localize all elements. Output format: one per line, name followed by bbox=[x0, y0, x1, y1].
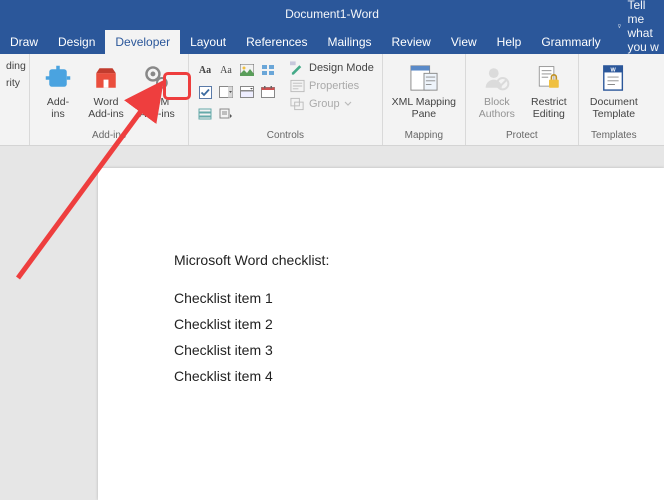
chevron-down-icon bbox=[344, 100, 352, 108]
group-mapping: XML Mapping Pane Mapping bbox=[383, 54, 466, 145]
tell-me-label: Tell me what you w bbox=[627, 0, 662, 54]
group-label-protect: Protect bbox=[472, 130, 572, 143]
group-templates: W Document Template Templates bbox=[579, 54, 649, 145]
page[interactable]: Microsoft Word checklist: Checklist item… bbox=[98, 168, 664, 500]
tab-developer[interactable]: Developer bbox=[105, 30, 180, 54]
properties-icon bbox=[290, 79, 305, 93]
restrict-editing-label: Restrict Editing bbox=[531, 96, 567, 120]
group-label-partial bbox=[6, 141, 23, 143]
tab-grammarly[interactable]: Grammarly bbox=[531, 30, 610, 54]
tab-view[interactable]: View bbox=[441, 30, 487, 54]
group-label-controls: Controls bbox=[195, 130, 376, 143]
partial-label-1: ding bbox=[6, 60, 26, 73]
rich-text-control[interactable]: Aa bbox=[195, 60, 215, 80]
repeating-section-control[interactable] bbox=[195, 104, 215, 124]
tab-design[interactable]: Design bbox=[48, 30, 105, 54]
block-authors-button[interactable]: Block Authors bbox=[472, 60, 522, 120]
restrict-editing-button[interactable]: Restrict Editing bbox=[526, 60, 572, 120]
xml-mapping-pane-button[interactable]: XML Mapping Pane bbox=[389, 60, 459, 120]
legacy-tools[interactable] bbox=[216, 104, 236, 124]
group-protect: Block Authors Restrict Editing Protect bbox=[466, 54, 579, 145]
tab-draw[interactable]: Draw bbox=[0, 30, 48, 54]
document-template-icon: W bbox=[598, 62, 630, 94]
doc-heading[interactable]: Microsoft Word checklist: bbox=[174, 252, 664, 268]
tab-review[interactable]: Review bbox=[382, 30, 441, 54]
restrict-editing-icon bbox=[533, 62, 565, 94]
addins-button[interactable]: Add- ins bbox=[36, 60, 80, 120]
gear-icon bbox=[141, 62, 173, 94]
properties-label: Properties bbox=[309, 80, 359, 92]
plain-text-control[interactable]: Aa bbox=[216, 60, 236, 80]
tab-mailings[interactable]: Mailings bbox=[317, 30, 381, 54]
group-btn-label: Group bbox=[309, 98, 340, 110]
tell-me-search[interactable]: Tell me what you w bbox=[611, 0, 664, 54]
group-controls: Aa Aa Design bbox=[189, 54, 383, 145]
title-bar: Document1 - Word bbox=[0, 0, 664, 28]
addins-icon bbox=[42, 62, 74, 94]
partial-label-2: rity bbox=[6, 77, 20, 90]
svg-text:W: W bbox=[610, 68, 616, 74]
document-title: Document1 bbox=[285, 7, 346, 21]
group-label-templates: Templates bbox=[585, 130, 643, 143]
store-icon bbox=[90, 62, 122, 94]
document-template-label: Document Template bbox=[590, 96, 638, 120]
document-canvas[interactable]: Microsoft Word checklist: Checklist item… bbox=[0, 146, 664, 500]
controls-grid: Aa Aa bbox=[195, 60, 278, 124]
word-addins-button[interactable]: Word Add-ins bbox=[84, 60, 128, 120]
app-name: Word bbox=[350, 7, 378, 21]
tab-help[interactable]: Help bbox=[487, 30, 532, 54]
block-authors-icon bbox=[481, 62, 513, 94]
ribbon: ding rity Add- ins Word Add-ins bbox=[0, 54, 664, 146]
group-partial-left: ding rity bbox=[0, 54, 30, 145]
group-button[interactable]: Group bbox=[288, 96, 376, 112]
document-body[interactable]: Microsoft Word checklist: Checklist item… bbox=[98, 168, 664, 384]
design-mode-button[interactable]: Design Mode bbox=[288, 60, 376, 76]
tab-layout[interactable]: Layout bbox=[180, 30, 236, 54]
properties-button[interactable]: Properties bbox=[288, 78, 376, 94]
list-item[interactable]: Checklist item 4 bbox=[174, 368, 664, 384]
list-item[interactable]: Checklist item 3 bbox=[174, 342, 664, 358]
design-mode-label: Design Mode bbox=[309, 62, 374, 74]
group-label-mapping: Mapping bbox=[389, 130, 459, 143]
document-template-button[interactable]: W Document Template bbox=[585, 60, 643, 120]
list-item[interactable]: Checklist item 2 bbox=[174, 316, 664, 332]
xml-pane-icon bbox=[408, 62, 440, 94]
group-label-addins: Add-ins bbox=[36, 130, 182, 143]
group-icon bbox=[290, 97, 305, 111]
com-addins-label: COM Add-ins bbox=[139, 96, 175, 120]
design-mode-icon bbox=[290, 61, 305, 75]
block-authors-label: Block Authors bbox=[479, 96, 515, 120]
checkbox-content-control[interactable] bbox=[195, 82, 215, 102]
list-item[interactable]: Checklist item 1 bbox=[174, 290, 664, 306]
combo-box-control[interactable] bbox=[216, 82, 236, 102]
date-picker-control[interactable] bbox=[258, 82, 278, 102]
xml-mapping-label: XML Mapping Pane bbox=[392, 96, 456, 120]
word-addins-label: Word Add-ins bbox=[88, 96, 124, 120]
dropdown-list-control[interactable] bbox=[237, 82, 257, 102]
group-addins: Add- ins Word Add-ins COM Add-ins Add-in… bbox=[30, 54, 189, 145]
tab-references[interactable]: References bbox=[236, 30, 317, 54]
lightbulb-icon bbox=[617, 19, 622, 33]
picture-control[interactable] bbox=[237, 60, 257, 80]
com-addins-button[interactable]: COM Add-ins bbox=[132, 60, 182, 120]
addins-label: Add- ins bbox=[47, 96, 69, 120]
ribbon-tabs: Draw Design Developer Layout References … bbox=[0, 28, 664, 54]
building-block-control[interactable] bbox=[258, 60, 278, 80]
